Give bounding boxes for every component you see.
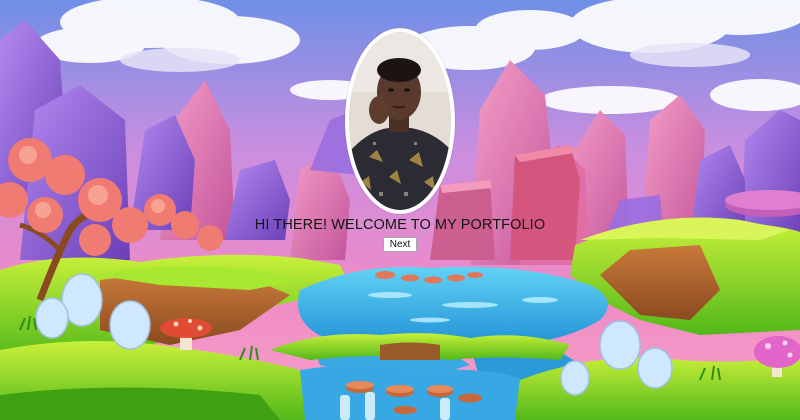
profile-photo-frame xyxy=(345,28,455,214)
welcome-headline: HI THERE! WELCOME TO MY PORTFOLIO xyxy=(254,217,546,233)
profile-photo xyxy=(349,32,451,210)
next-button[interactable]: Next xyxy=(383,237,417,252)
welcome-hero: HI THERE! WELCOME TO MY PORTFOLIO Next xyxy=(0,0,800,420)
person-portrait-illustration xyxy=(349,32,451,210)
